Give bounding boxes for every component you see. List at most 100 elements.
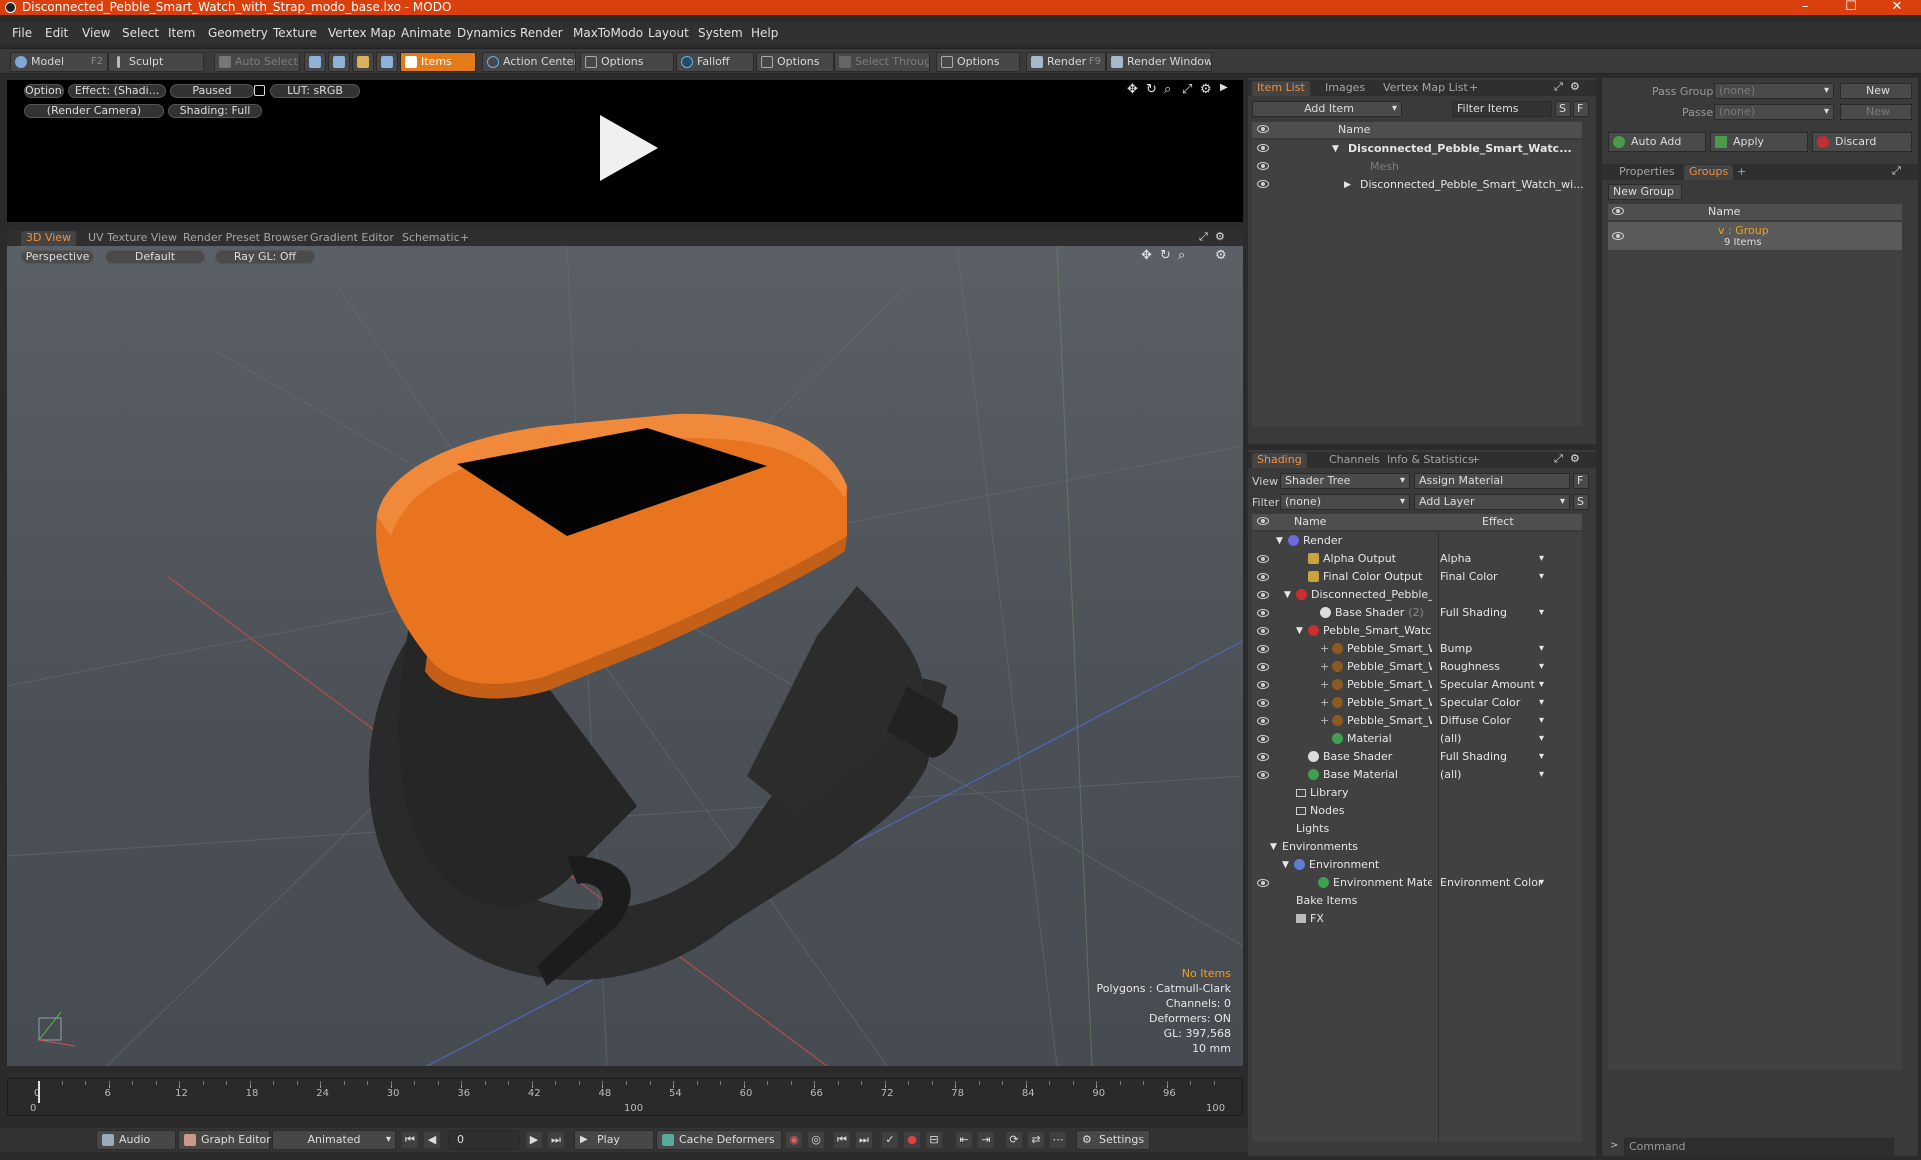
record-button[interactable]: ● [904, 1132, 920, 1148]
shader-tree-row[interactable]: Library [1252, 784, 1582, 802]
eye-icon[interactable] [1257, 663, 1269, 671]
eye-icon[interactable] [1257, 735, 1269, 743]
effect-dropdown[interactable]: Full Shading [1440, 748, 1544, 766]
menu-edit[interactable]: Edit [45, 26, 68, 40]
list-item[interactable]: ▶ Disconnected_Pebble_Smart_Watch_wi... [1252, 176, 1584, 194]
eye-icon[interactable] [1257, 879, 1269, 887]
menu-animate[interactable]: Animate [401, 26, 451, 40]
tab-properties[interactable]: Properties [1614, 165, 1680, 180]
maximize-view-icon[interactable]: ⤢ [1182, 82, 1192, 97]
apply-button[interactable]: Apply [1710, 132, 1808, 152]
tab-channels[interactable]: Channels [1324, 453, 1385, 468]
menu-help[interactable]: Help [751, 26, 778, 40]
vertices-mode-button[interactable] [304, 52, 326, 72]
effect-dropdown[interactable]: Full Shading [1440, 604, 1544, 622]
pass-groups-dropdown[interactable]: (none) [1714, 83, 1834, 99]
default-style-dropdown[interactable]: Default [105, 250, 205, 264]
items-mode-button[interactable]: Items [400, 52, 476, 72]
prev-frame-button[interactable]: ◀ [424, 1132, 440, 1148]
animated-dropdown[interactable]: Animated [272, 1130, 396, 1150]
render-button[interactable]: Render F9 [1026, 52, 1106, 72]
effect-dropdown[interactable]: Alpha [1440, 550, 1544, 568]
expand-icon[interactable]: ⤢ [1554, 452, 1563, 466]
next-key-button[interactable]: ⏭ [856, 1132, 872, 1148]
sculpt-button[interactable]: Sculpt [108, 52, 204, 72]
perspective-dropdown[interactable]: Perspective [21, 250, 94, 264]
preview-effect-dropdown[interactable]: Effect: (Shadi... [68, 84, 166, 98]
expand-arrow-icon[interactable]: ▼ [1332, 140, 1339, 158]
select-through-button[interactable]: Select Through [834, 52, 930, 72]
shader-tree-row[interactable]: + Pebble_Smart_Watch_... Specular Amount [1252, 676, 1582, 694]
expand-icon[interactable]: ⤢ [1554, 80, 1563, 94]
step-button[interactable]: ⋯ [1050, 1132, 1066, 1148]
gear-icon[interactable]: ⚙ [1570, 452, 1580, 465]
tab-vertex-map-list[interactable]: Vertex Map List [1378, 81, 1473, 96]
shader-tree-row[interactable]: Bake Items [1252, 892, 1582, 910]
audio-button[interactable]: Audio [96, 1130, 176, 1150]
menu-system[interactable]: System [698, 26, 743, 40]
close-button[interactable]: ✕ [1874, 0, 1920, 15]
set-key-button[interactable]: ✓ [882, 1132, 898, 1148]
new-group-button[interactable]: New Group [1608, 184, 1682, 200]
eye-icon[interactable] [1257, 681, 1269, 689]
gear-icon[interactable]: ⚙ [1215, 230, 1225, 243]
plus-icon[interactable]: + [1320, 640, 1329, 658]
effect-dropdown[interactable]: Bump [1440, 640, 1544, 658]
tab-3d-view[interactable]: 3D View [21, 231, 77, 246]
tab-shading[interactable]: Shading [1252, 453, 1307, 468]
eye-icon[interactable] [1257, 717, 1269, 725]
maximize-button[interactable]: ☐ [1828, 0, 1874, 15]
add-layer-dropdown[interactable]: Add Layer [1414, 494, 1570, 510]
prev-key-button[interactable]: ⏮ [834, 1132, 850, 1148]
timeline[interactable]: 061218243036424854606672788490960100100 [7, 1078, 1243, 1116]
3d-viewport[interactable]: Perspective Default Ray GL: Off ✥ ↻ ⌕ ⚙ … [7, 246, 1243, 1066]
expand-icon[interactable]: ⤢ [1892, 164, 1901, 178]
plus-icon[interactable]: + [1320, 712, 1329, 730]
zoom-icon[interactable]: ⌕ [1178, 248, 1185, 263]
menu-select[interactable]: Select [122, 26, 159, 40]
eye-icon[interactable] [1257, 645, 1269, 653]
last-frame-button[interactable]: ⏭ [548, 1132, 564, 1148]
cache-deformers-button[interactable]: Cache Deformers [656, 1130, 782, 1150]
add-item-dropdown[interactable]: Add Item [1252, 101, 1402, 117]
action-center-button[interactable]: Action Center [482, 52, 576, 72]
frame-input[interactable]: 0 [448, 1130, 520, 1150]
polygons-mode-button[interactable] [352, 52, 374, 72]
menu-view[interactable]: View [82, 26, 110, 40]
plus-icon[interactable]: + [1320, 676, 1329, 694]
render-window-button[interactable]: Render Window [1106, 52, 1212, 72]
bounce-button[interactable]: ⇄ [1028, 1132, 1044, 1148]
shader-tree-row[interactable]: ▼ Disconnected_Pebble_Smar ... [1252, 586, 1582, 604]
filter-dropdown[interactable]: (none) [1280, 494, 1410, 510]
play-icon[interactable] [592, 113, 662, 183]
graph-editor-button[interactable]: Graph Editor [178, 1130, 271, 1150]
tab-gradient-editor[interactable]: Gradient Editor [305, 231, 399, 246]
command-input[interactable]: Command [1624, 1138, 1894, 1156]
play-button[interactable]: ▶ Play [574, 1130, 654, 1150]
filter-items-input[interactable]: Filter Items [1452, 101, 1552, 117]
shader-tree-row[interactable]: Lights [1252, 820, 1582, 838]
auto-add-button[interactable]: Auto Add [1608, 132, 1706, 152]
tab-render-preset-browser[interactable]: Render Preset Browser [178, 231, 313, 246]
preview-paused-button[interactable]: Paused [170, 84, 254, 98]
group-row[interactable]: v : Group 9 Items [1608, 222, 1902, 250]
lock-icon[interactable] [254, 85, 265, 96]
shader-tree-row[interactable]: ▼ Environments [1252, 838, 1582, 856]
shader-tree-row[interactable]: + Pebble_Smart_Watch_... Roughness [1252, 658, 1582, 676]
eye-icon[interactable] [1257, 144, 1269, 152]
next-frame-button[interactable]: ▶ [526, 1132, 542, 1148]
list-item[interactable]: Mesh [1252, 158, 1582, 176]
add-tab-button[interactable]: + [1732, 165, 1751, 180]
menu-file[interactable]: File [12, 26, 32, 40]
first-frame-button[interactable]: ⏮ [402, 1132, 418, 1148]
add-tab-button[interactable]: + [1466, 453, 1485, 468]
add-tab-button[interactable]: + [455, 231, 474, 246]
prev-keyframe-button[interactable]: ⇤ [956, 1132, 972, 1148]
new-pass-group-button[interactable]: New [1840, 83, 1912, 99]
rotate-icon[interactable]: ↻ [1146, 82, 1157, 97]
eye-icon[interactable] [1257, 180, 1269, 188]
eye-icon[interactable] [1257, 573, 1269, 581]
edges-mode-button[interactable] [328, 52, 350, 72]
gear-icon[interactable]: ⚙ [1200, 82, 1212, 97]
expand-arrow-icon[interactable]: ▶ [1344, 176, 1351, 194]
